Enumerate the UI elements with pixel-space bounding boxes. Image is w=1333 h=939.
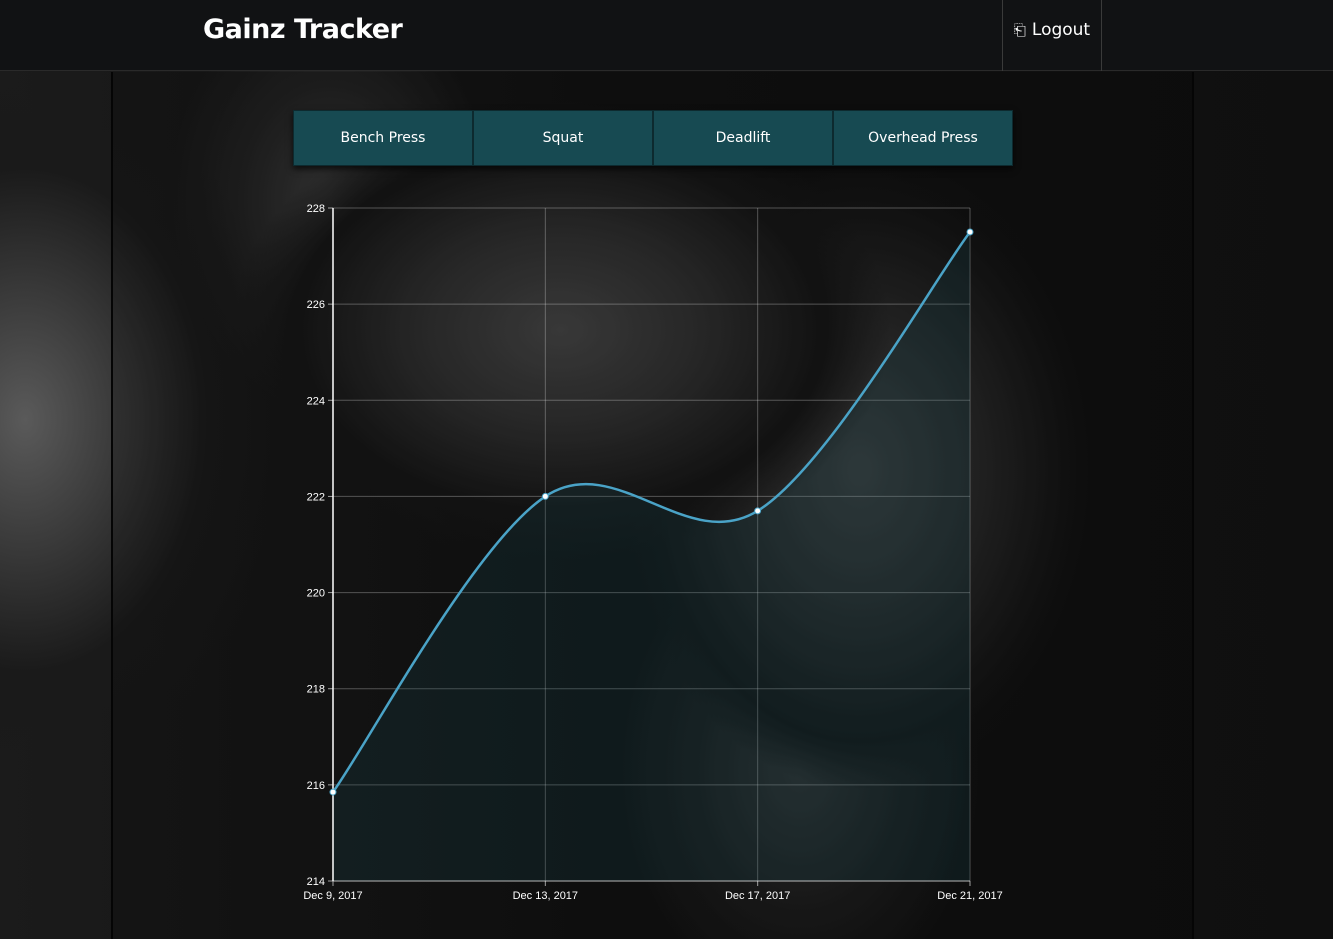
y-tick-label: 222 xyxy=(307,491,325,503)
data-point xyxy=(329,788,337,796)
data-point xyxy=(541,492,549,500)
series-area-fill xyxy=(333,232,970,882)
x-tick-label: Dec 21, 2017 xyxy=(937,890,1002,902)
y-tick-label: 228 xyxy=(307,203,325,215)
data-point xyxy=(754,507,762,515)
x-tick-label: Dec 13, 2017 xyxy=(513,890,578,902)
y-tick-label: 218 xyxy=(307,684,325,696)
page: Gainz Tracker ⎗ Logout Bench Press Squat… xyxy=(0,0,1333,939)
x-tick-label: Dec 17, 2017 xyxy=(725,890,790,902)
y-tick-label: 220 xyxy=(307,588,325,600)
progress-line-chart: 214 216 218 220 222 224 226 228 Dec 9, 2017 Dec 1… xyxy=(303,203,1002,902)
data-point xyxy=(966,228,974,236)
y-tick-label: 216 xyxy=(307,780,325,792)
y-tick-label: 224 xyxy=(307,395,325,407)
x-tick-label: Dec 9, 2017 xyxy=(303,890,362,902)
y-tick-label: 214 xyxy=(307,876,325,888)
y-tick-label: 226 xyxy=(307,299,325,311)
